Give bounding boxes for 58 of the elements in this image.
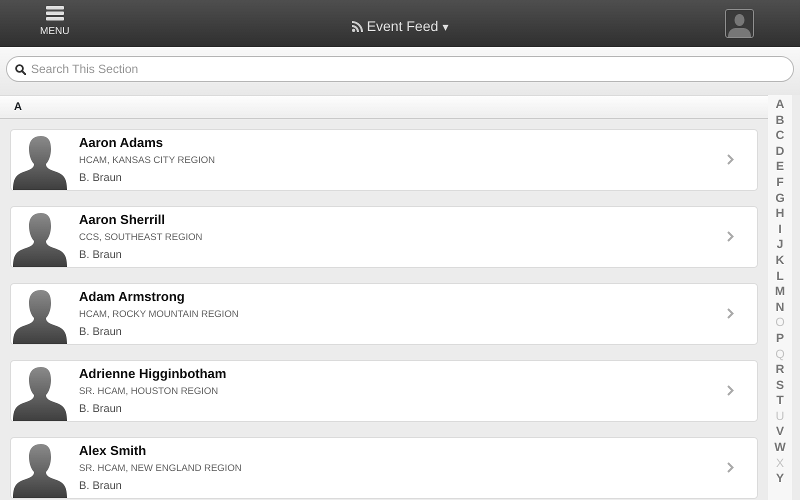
profile-button[interactable] xyxy=(725,9,754,38)
menu-button[interactable]: MENU xyxy=(40,6,70,39)
search-field[interactable]: Search This Section xyxy=(6,56,794,82)
contact-name: Aaron Adams xyxy=(79,134,164,152)
menu-icon xyxy=(46,6,64,21)
contact-name: Adam Armstrong xyxy=(79,288,186,306)
index-letter[interactable]: B xyxy=(776,112,784,128)
contact-name: Alex Smith xyxy=(79,442,148,460)
index-letter[interactable]: P xyxy=(776,330,784,346)
contact-name: Adrienne Higginbotham xyxy=(79,365,226,383)
index-letter[interactable]: M xyxy=(775,284,785,300)
contact-company: B. Braun xyxy=(79,248,123,263)
chevron-right-icon xyxy=(727,154,734,165)
contact-name: Aaron Sherrill xyxy=(79,211,166,229)
contact-role: CCS, SOUTHEAST REGION xyxy=(79,231,202,245)
contact-card[interactable]: Aaron Adams HCAM, KANSAS CITY REGION B. Braun xyxy=(10,129,758,191)
index-letter[interactable]: V xyxy=(776,424,784,440)
contact-company: B. Braun xyxy=(79,171,123,186)
index-letter[interactable]: J xyxy=(776,237,784,253)
contact-card[interactable]: Adam Armstrong HCAM, ROCKY MOUNTAIN REGION B. Braun xyxy=(10,283,758,345)
chevron-right-icon xyxy=(727,308,734,319)
index-letter[interactable]: Y xyxy=(776,471,784,487)
index-letter[interactable]: E xyxy=(776,159,784,175)
rss-icon xyxy=(352,21,363,32)
contact-company: B. Braun xyxy=(79,479,123,494)
chevron-right-icon xyxy=(727,385,734,396)
chevron-right-icon xyxy=(727,231,734,242)
index-letter[interactable]: L xyxy=(776,268,784,284)
index-letter[interactable]: W xyxy=(774,440,786,456)
person-silhouette-icon xyxy=(13,367,69,421)
index-letter[interactable]: K xyxy=(776,252,784,269)
person-silhouette-icon xyxy=(13,290,69,344)
index-letter[interactable]: D xyxy=(776,144,784,160)
index-letter[interactable]: T xyxy=(776,393,784,409)
section-letter: A xyxy=(14,100,22,115)
index-letter[interactable]: H xyxy=(776,206,784,222)
contact-role: HCAM, ROCKY MOUNTAIN REGION xyxy=(79,308,239,322)
contact-role: SR. HCAM, HOUSTON REGION xyxy=(79,385,220,399)
contact-card[interactable]: Adrienne Higginbotham SR. HCAM, HOUSTON REGION B. Braun xyxy=(10,360,758,422)
index-letter[interactable]: F xyxy=(776,174,784,191)
contact-company: B. Braun xyxy=(79,325,123,340)
index-letter[interactable]: C xyxy=(776,128,784,144)
index-letter[interactable]: R xyxy=(776,362,784,378)
person-silhouette-icon xyxy=(13,213,69,267)
contact-role: SR. HCAM, NEW ENGLAND REGION xyxy=(79,462,242,476)
contact-role: HCAM, KANSAS CITY REGION xyxy=(79,154,216,168)
event-feed-dropdown[interactable]: Event Feed ▾ xyxy=(352,16,448,37)
person-silhouette-icon xyxy=(13,444,69,498)
index-letter[interactable]: I xyxy=(778,222,782,238)
index-letter[interactable]: G xyxy=(775,190,785,206)
contact-card[interactable]: Aaron Sherrill CCS, SOUTHEAST REGION B. Braun xyxy=(10,206,758,268)
chevron-right-icon xyxy=(727,462,734,473)
contact-company: B. Braun xyxy=(79,402,123,417)
index-letter[interactable]: N xyxy=(776,300,784,316)
contact-card[interactable]: Alex Smith SR. HCAM, NEW ENGLAND REGION B. Braun xyxy=(10,437,758,499)
person-silhouette-icon xyxy=(13,136,69,190)
index-letter[interactable]: A xyxy=(776,97,784,113)
index-letter[interactable]: S xyxy=(776,378,784,394)
